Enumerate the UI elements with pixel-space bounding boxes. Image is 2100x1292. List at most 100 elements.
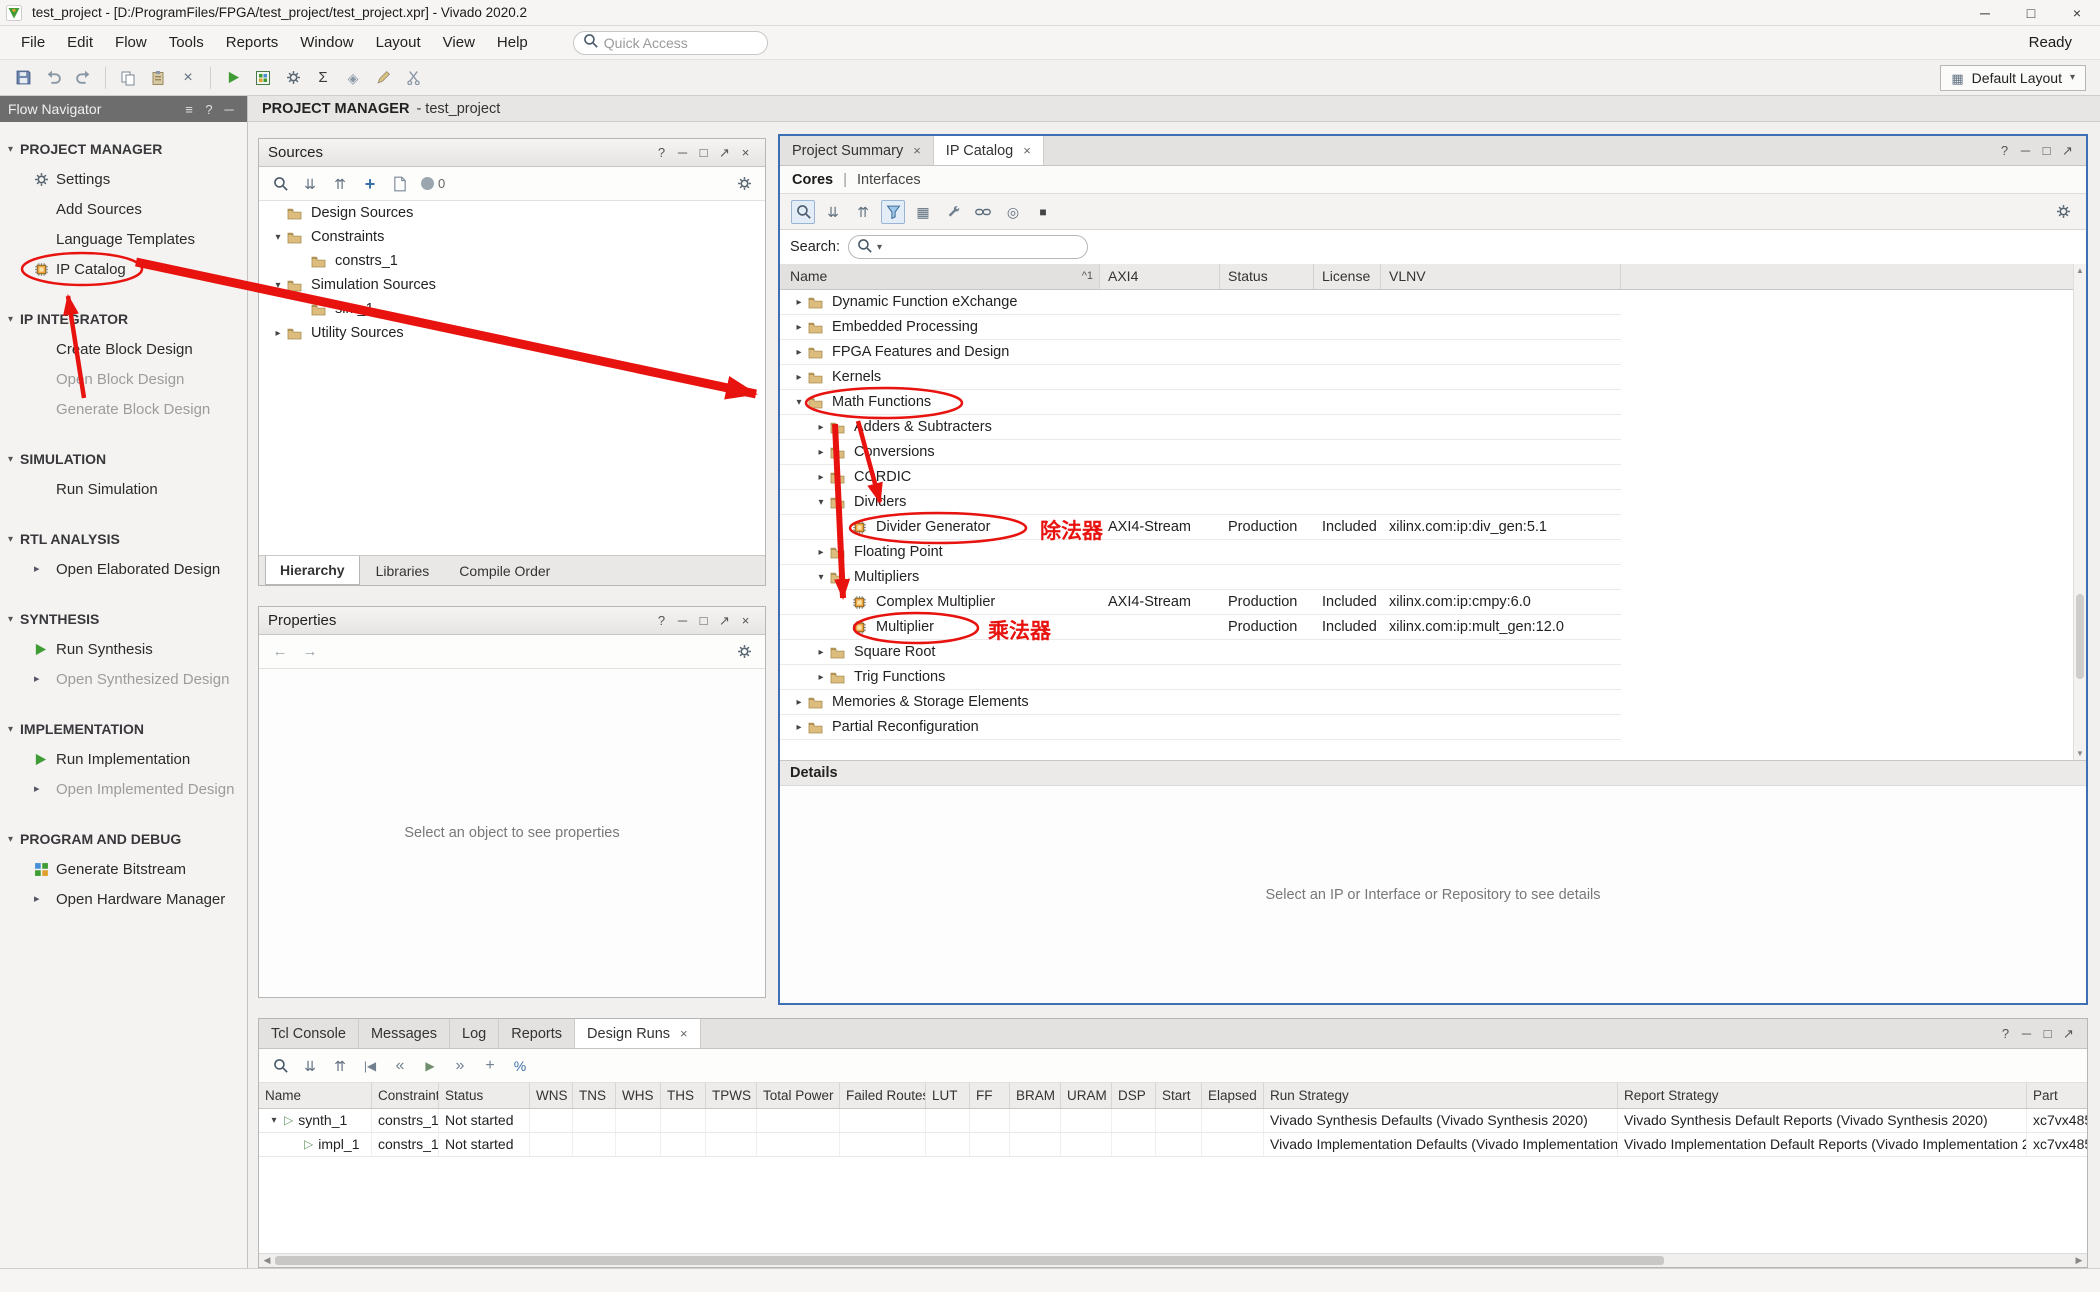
expand-icon[interactable]: ⇈ (325, 1052, 355, 1080)
nav-item-open-block-design[interactable]: Open Block Design (0, 364, 247, 394)
maximize-icon[interactable]: □ (2036, 143, 2057, 158)
ip-row-dynamic-function-exchange[interactable]: ▸Dynamic Function eXchange (780, 290, 1621, 315)
float-icon[interactable]: ↗ (2057, 143, 2078, 159)
tree-arrow-icon[interactable]: ▸ (812, 547, 830, 558)
expand-icon[interactable]: ⇈ (325, 170, 355, 198)
dr-column-name[interactable]: Name (259, 1083, 372, 1108)
add-icon[interactable]: + (355, 170, 385, 198)
search-icon[interactable] (265, 1052, 295, 1080)
nav-item-ip-catalog[interactable]: IP Catalog (0, 254, 247, 284)
dr-column-tpws[interactable]: TPWS (706, 1083, 757, 1108)
tab-compile-order[interactable]: Compile Order (445, 556, 564, 585)
help-icon[interactable]: ? (651, 145, 672, 161)
source-item-constrs-1[interactable]: constrs_1 (259, 249, 765, 273)
flow-nav-header-synthesis[interactable]: ▾SYNTHESIS (0, 604, 247, 634)
vertical-scrollbar[interactable]: ▲ ▼ (2073, 264, 2086, 760)
tab-hierarchy[interactable]: Hierarchy (265, 556, 360, 585)
go-to-start-icon[interactable]: |◀ (355, 1052, 385, 1080)
dr-column-ff[interactable]: FF (970, 1083, 1010, 1108)
tree-arrow-icon[interactable]: ▸ (790, 297, 808, 308)
grid-icon[interactable]: ▦ (908, 198, 938, 226)
menu-flow[interactable]: Flow (104, 29, 158, 56)
maximize-icon[interactable]: □ (2037, 1026, 2058, 1041)
save-icon[interactable] (8, 64, 38, 92)
source-item-constraints[interactable]: ▾Constraints (259, 225, 765, 249)
dr-column-tns[interactable]: TNS (573, 1083, 616, 1108)
column-header-axi4[interactable]: AXI4 (1100, 264, 1220, 289)
minimize-icon[interactable]: ─ (672, 145, 693, 161)
ip-search-box[interactable]: ▾ (848, 235, 1088, 259)
menu-tools[interactable]: Tools (158, 29, 215, 56)
layout-selector[interactable]: ▦ Default Layout ▾ (1940, 65, 2086, 91)
dr-column-ths[interactable]: THS (661, 1083, 706, 1108)
dr-column-total-power[interactable]: Total Power (757, 1083, 840, 1108)
ip-search-input[interactable] (887, 239, 1079, 255)
tree-arrow-icon[interactable]: ▾ (790, 397, 808, 408)
play-icon[interactable]: ▶ (415, 1052, 445, 1080)
help-icon[interactable]: ? (199, 102, 219, 117)
undo-icon[interactable] (38, 64, 68, 92)
dr-column-wns[interactable]: WNS (530, 1083, 573, 1108)
help-icon[interactable]: ? (1994, 143, 2015, 158)
tree-arrow-icon[interactable]: ▸ (790, 372, 808, 383)
source-item-design-sources[interactable]: Design Sources (259, 201, 765, 225)
design-run-row-synth-1[interactable]: ▾▷synth_1constrs_1Not startedVivado Synt… (259, 1109, 2087, 1133)
ip-row-math-functions[interactable]: ▾Math Functions (780, 390, 1621, 415)
close-icon[interactable]: × (1023, 143, 1031, 158)
design-run-row-impl-1[interactable]: ▷impl_1constrs_1Not startedVivado Implem… (259, 1133, 2087, 1157)
run-icon[interactable] (218, 64, 248, 92)
minimize-icon[interactable]: ─ (2015, 143, 2036, 158)
expand-icon[interactable]: ⇈ (848, 198, 878, 226)
source-item-simulation-sources[interactable]: ▾Simulation Sources (259, 273, 765, 297)
nav-item-create-block-design[interactable]: Create Block Design (0, 334, 247, 364)
percent-icon[interactable]: % (505, 1052, 535, 1080)
plus-icon[interactable]: + (475, 1052, 505, 1080)
copy-icon[interactable] (113, 64, 143, 92)
menu-help[interactable]: Help (486, 29, 539, 56)
close-icon[interactable]: × (735, 613, 756, 629)
ip-row-fpga-features-and-design[interactable]: ▸FPGA Features and Design (780, 340, 1621, 365)
forward-icon[interactable]: » (445, 1052, 475, 1080)
help-icon[interactable]: ? (651, 613, 672, 629)
tree-arrow-icon[interactable]: ▸ (790, 322, 808, 333)
menu-edit[interactable]: Edit (56, 29, 104, 56)
menu-layout[interactable]: Layout (365, 29, 432, 56)
back-arrow-icon[interactable]: ← (265, 638, 295, 666)
delete-icon[interactable]: × (173, 64, 203, 92)
paste-icon[interactable] (143, 64, 173, 92)
tree-arrow-icon[interactable]: ▸ (812, 647, 830, 658)
gear-icon[interactable] (2048, 198, 2078, 226)
tree-arrow-icon[interactable]: ▸ (790, 347, 808, 358)
column-header-name[interactable]: Name ^1 (780, 264, 1100, 289)
collapse-icon[interactable]: ⇊ (818, 198, 848, 226)
quick-access-input[interactable] (604, 35, 734, 51)
column-header-license[interactable]: License (1314, 264, 1381, 289)
block-icon[interactable] (248, 64, 278, 92)
nav-item-open-elaborated-design[interactable]: ▸Open Elaborated Design (0, 554, 247, 584)
tab-reports[interactable]: Reports (499, 1019, 575, 1048)
redo-icon[interactable] (68, 64, 98, 92)
forward-arrow-icon[interactable]: → (295, 638, 325, 666)
dr-column-uram[interactable]: URAM (1061, 1083, 1112, 1108)
nav-item-open-hardware-manager[interactable]: ▸Open Hardware Manager (0, 884, 247, 914)
stop-icon[interactable]: ■ (1028, 198, 1058, 226)
dr-column-elapsed[interactable]: Elapsed (1202, 1083, 1264, 1108)
target-icon[interactable]: ◎ (998, 198, 1028, 226)
close-icon[interactable]: × (735, 145, 756, 161)
menu-view[interactable]: View (432, 29, 486, 56)
edit-icon[interactable] (368, 64, 398, 92)
filter-icon[interactable] (878, 198, 908, 226)
nav-item-generate-block-design[interactable]: Generate Block Design (0, 394, 247, 424)
minimize-icon[interactable]: ─ (672, 613, 693, 629)
ip-row-divider-generator[interactable]: Divider GeneratorAXI4-StreamProductionIn… (780, 515, 1621, 540)
float-icon[interactable]: ↗ (714, 145, 735, 161)
tree-arrow-icon[interactable]: ▸ (812, 422, 830, 433)
tab-project-summary[interactable]: Project Summary× (780, 136, 934, 165)
flow-nav-header-project-manager[interactable]: ▾PROJECT MANAGER (0, 134, 247, 164)
nav-item-open-implemented-design[interactable]: ▸Open Implemented Design (0, 774, 247, 804)
tree-arrow-icon[interactable]: ▸ (269, 328, 287, 339)
collapse-icon[interactable]: ⇊ (295, 170, 325, 198)
wrench-icon[interactable] (938, 198, 968, 226)
tree-arrow-icon[interactable]: ▸ (812, 672, 830, 683)
ip-row-multiplier[interactable]: MultiplierProductionIncludedxilinx.com:i… (780, 615, 1621, 640)
